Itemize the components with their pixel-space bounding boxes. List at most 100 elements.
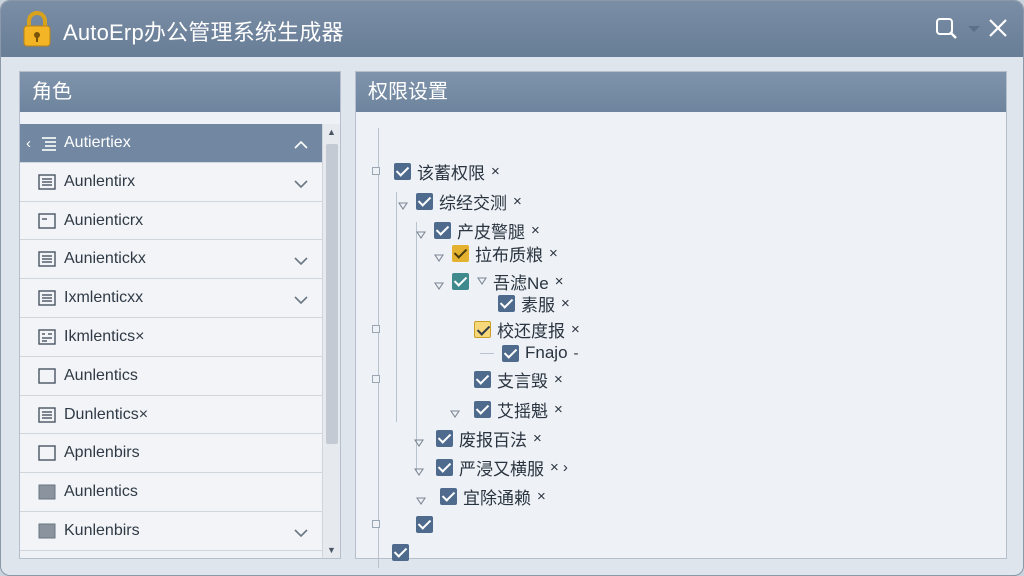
role-item[interactable]: Ikmlentics× [20,317,322,357]
permission-node[interactable]: 废报百法 × [436,427,542,450]
role-label: Aunlentics [64,366,138,384]
remove-permission-icon[interactable]: × › [550,459,568,476]
permission-node[interactable] [416,513,433,535]
role-list-scrollbar[interactable]: ▲ ▼ [322,124,340,558]
role-item[interactable]: ‹ Autiertiex [20,124,322,163]
tree-connector-line [480,353,494,354]
permission-node[interactable]: 该蓄权限 × [394,160,500,183]
remove-permission-icon[interactable]: × [554,401,563,418]
permission-node[interactable]: 支言毁 × [474,368,563,391]
close-icon[interactable] [985,15,1011,41]
chevron-left-icon[interactable]: ‹ [26,135,31,152]
permission-checkbox[interactable] [436,458,453,476]
permission-checkbox[interactable] [452,244,469,262]
role-item[interactable]: Aunlentics [20,473,322,512]
permission-checkbox[interactable] [436,429,453,447]
remove-permission-icon[interactable]: × [533,430,542,447]
permission-node[interactable]: Fnajo - [502,342,579,364]
permission-checkbox[interactable] [440,487,457,505]
permission-label: 支言毁 [497,371,548,391]
tree-node-box-icon [372,375,380,383]
role-item[interactable]: Aunienticrx [20,201,322,241]
remove-permission-icon[interactable]: × [513,193,522,210]
search-icon[interactable] [933,15,959,41]
permission-checkbox[interactable] [416,192,433,210]
permission-node[interactable]: 拉布质粮 × [452,242,558,265]
remove-permission-icon[interactable]: × [555,273,564,290]
role-item[interactable]: Ixmlenticxx [20,279,322,318]
permission-label: 综经交测 [439,193,507,213]
permission-node[interactable]: 艾摇魁 × [474,398,563,421]
role-label: Ikmlentics× [64,327,145,345]
permission-checkbox[interactable] [474,370,491,388]
permission-node[interactable] [392,541,409,563]
chevron-up-icon[interactable] [294,137,308,149]
expand-triangle-icon[interactable] [449,405,461,418]
permission-node[interactable]: 产皮警腿 × [434,219,540,242]
permission-node[interactable]: 吾滤Ne × [452,270,564,293]
grid-icon [38,329,56,345]
tree-guide-line [396,192,397,422]
role-item[interactable]: Apnlenbirs [20,434,322,474]
expand-triangle-icon[interactable] [433,249,445,262]
chevron-down-icon[interactable] [294,176,308,188]
permission-node[interactable]: 严浸又横服 × › [436,456,568,479]
expand-triangle-icon[interactable] [415,492,427,505]
expand-triangle-icon[interactable] [413,463,425,476]
remove-permission-icon[interactable]: × [561,295,570,312]
expand-triangle-icon[interactable] [397,197,409,210]
permission-checkbox[interactable] [392,543,409,561]
list-icon [38,406,56,423]
permission-node[interactable]: 综经交测 × [416,190,522,213]
remove-permission-icon[interactable]: - [574,345,579,362]
permission-checkbox[interactable] [474,320,491,338]
permission-checkbox[interactable] [452,272,469,290]
permission-node[interactable]: 校还度报 × [474,318,580,341]
permission-checkbox[interactable] [474,400,491,418]
permission-checkbox[interactable] [416,515,433,533]
tree-node-box-icon [372,167,380,175]
remove-permission-icon[interactable]: × [491,163,500,180]
remove-permission-icon[interactable]: × [537,488,546,505]
permission-label: 艾摇魁 [497,401,548,421]
remove-permission-icon[interactable]: × [549,245,558,262]
permission-checkbox[interactable] [434,221,451,239]
chevron-down-icon[interactable] [967,23,981,35]
role-item[interactable]: Aunlentics [20,356,322,396]
roles-panel-header: 角色 [20,72,340,112]
permissions-panel: 权限设置 该蓄权限 × 综经交测 × 产皮警腿 × 拉布质粮 × 吾滤Ne × 素服 × 校还度报 × Fn… [355,71,1007,568]
chevron-down-icon[interactable] [294,253,308,266]
tree-guide-line [378,128,379,568]
scroll-up-arrow-icon[interactable]: ▲ [327,127,336,137]
list-icon [40,135,58,151]
remove-permission-icon[interactable]: × [571,321,580,338]
permission-checkbox[interactable] [502,344,519,362]
role-item[interactable]: Dunlentics× [20,395,322,435]
remove-permission-icon[interactable]: × [531,222,540,239]
permission-label: 校还度报 [497,321,565,341]
card-icon [38,212,56,229]
permission-checkbox[interactable] [394,162,411,180]
role-item[interactable]: Aunientickx [20,240,322,280]
scroll-thumb[interactable] [326,144,338,444]
scroll-down-arrow-icon[interactable]: ▼ [327,545,336,555]
permission-checkbox[interactable] [498,294,515,312]
chevron-down-icon[interactable] [294,292,308,305]
expand-triangle-icon[interactable] [476,272,488,290]
chevron-down-icon[interactable] [294,525,308,538]
remove-permission-icon[interactable]: × [554,371,563,388]
permission-node[interactable]: 宜除通赖 × [440,485,546,508]
app-window: AutoErp办公管理系统生成器 角色 ‹ Autiertiex Aunlentir… [0,0,1024,576]
role-label: Aunienticrx [64,211,144,229]
permission-label: 拉布质粮 [475,245,543,265]
role-item[interactable]: Kunlenbirs [20,511,322,551]
expand-triangle-icon[interactable] [413,434,425,447]
empty-box-icon [38,368,56,384]
expand-triangle-icon[interactable] [433,277,445,290]
role-label: Ixmlenticxx [64,289,144,307]
permission-node[interactable]: 素服 × [498,292,570,315]
expand-triangle-icon[interactable] [415,226,427,239]
window-title: AutoErp办公管理系统生成器 [63,20,344,45]
role-item[interactable]: Aunlentirx [20,162,322,202]
role-label: Dunlentics× [64,405,149,423]
